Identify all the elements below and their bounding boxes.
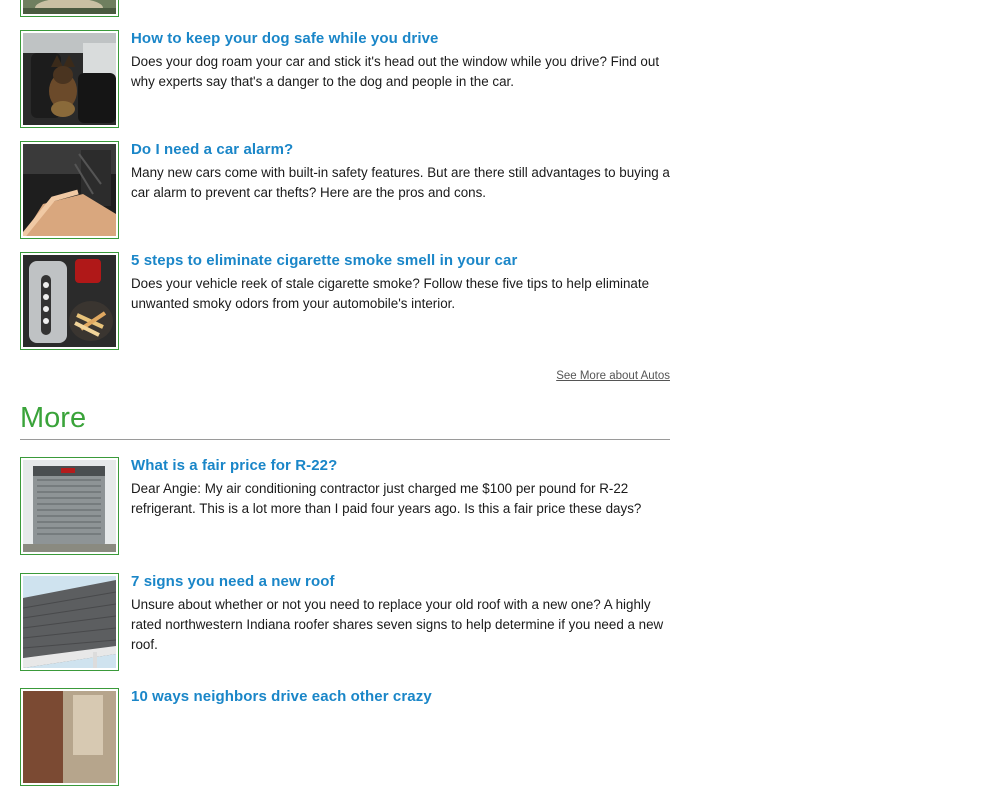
article-title-link[interactable]: What is a fair price for R-22? xyxy=(131,457,337,474)
article-title-link[interactable]: 10 ways neighbors drive each other crazy xyxy=(131,688,432,705)
article-thumbnail-alarm[interactable] xyxy=(20,141,119,239)
cigarette-ashtray-image xyxy=(23,255,116,347)
previous-article-thumbnail[interactable] xyxy=(20,0,119,17)
article-thumbnail-ac[interactable] xyxy=(20,457,119,555)
article-thumbnail-roof[interactable] xyxy=(20,573,119,671)
article-description: Does your vehicle reek of stale cigarett… xyxy=(131,276,650,311)
article-thumbnail-dog[interactable] xyxy=(20,30,119,128)
article-description: Many new cars come with built-in safety … xyxy=(131,165,670,200)
car-alarm-image xyxy=(23,144,116,236)
neighbors-image xyxy=(23,691,116,783)
dog-in-car-image xyxy=(23,33,116,125)
article-title-link[interactable]: 5 steps to eliminate cigarette smoke sme… xyxy=(131,252,517,269)
article-description: Dear Angie: My air conditioning contract… xyxy=(131,481,642,516)
see-more-autos-link[interactable]: See More about Autos xyxy=(556,370,670,382)
ac-unit-image xyxy=(23,460,116,552)
roof-image xyxy=(23,576,116,668)
article-title-link[interactable]: Do I need a car alarm? xyxy=(131,141,293,158)
article-title-link[interactable]: 7 signs you need a new roof xyxy=(131,573,335,590)
previous-article-image xyxy=(23,0,116,14)
article-thumbnail-neighbors[interactable] xyxy=(20,688,119,786)
more-section-heading: More xyxy=(20,402,87,434)
article-description: Does your dog roam your car and stick it… xyxy=(131,54,660,89)
article-thumbnail-smoke[interactable] xyxy=(20,252,119,350)
section-divider xyxy=(20,439,670,440)
article-title-link[interactable]: How to keep your dog safe while you driv… xyxy=(131,30,439,47)
article-description: Unsure about whether or not you need to … xyxy=(131,597,664,652)
